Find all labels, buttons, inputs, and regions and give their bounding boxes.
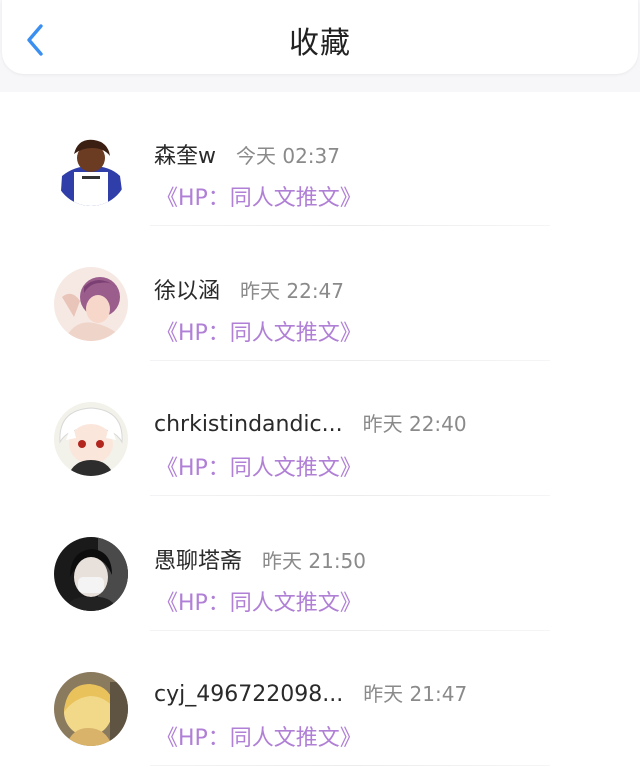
timestamp: 昨天 21:50 bbox=[262, 549, 367, 573]
divider bbox=[150, 630, 550, 631]
page-title: 收藏 bbox=[289, 26, 351, 61]
timestamp: 昨天 22:47 bbox=[240, 279, 345, 303]
avatar[interactable] bbox=[54, 537, 128, 611]
user-name[interactable]: 徐以涵 bbox=[154, 273, 220, 305]
avatar-icon bbox=[54, 132, 128, 206]
divider bbox=[150, 225, 550, 226]
avatar-icon bbox=[54, 537, 128, 611]
top-bar: 收藏 bbox=[2, 0, 638, 74]
avatar[interactable] bbox=[54, 402, 128, 476]
list-item[interactable]: cyj_496722098... 昨天 21:47 《HP：同人文推文》 bbox=[0, 632, 640, 767]
list-item[interactable]: chrkistindandic... 昨天 22:40 《HP：同人文推文》 bbox=[0, 362, 640, 497]
book-link[interactable]: 《HP：同人文推文》 bbox=[156, 180, 362, 212]
divider bbox=[150, 765, 550, 766]
book-link[interactable]: 《HP：同人文推文》 bbox=[156, 315, 362, 347]
user-name[interactable]: 愚聊塔斋 bbox=[154, 543, 242, 575]
user-name[interactable]: 森奎w bbox=[154, 138, 216, 170]
timestamp: 今天 02:37 bbox=[236, 144, 340, 168]
book-link[interactable]: 《HP：同人文推文》 bbox=[156, 585, 362, 617]
user-name[interactable]: chrkistindandic... bbox=[154, 412, 343, 437]
user-name[interactable]: cyj_496722098... bbox=[154, 682, 343, 707]
timestamp: 昨天 22:40 bbox=[362, 412, 467, 436]
list-item[interactable]: 徐以涵 昨天 22:47 《HP：同人文推文》 bbox=[0, 227, 640, 362]
divider bbox=[150, 495, 550, 496]
avatar[interactable] bbox=[54, 672, 128, 746]
book-link[interactable]: 《HP：同人文推文》 bbox=[156, 720, 362, 752]
avatar-icon bbox=[54, 402, 128, 476]
favorites-list: 森奎w 今天 02:37 《HP：同人文推文》 徐以涵 昨天 22:47 《HP… bbox=[0, 92, 640, 772]
list-item[interactable]: 愚聊塔斋 昨天 21:50 《HP：同人文推文》 bbox=[0, 497, 640, 632]
avatar[interactable] bbox=[54, 132, 128, 206]
book-link[interactable]: 《HP：同人文推文》 bbox=[156, 450, 362, 482]
avatar[interactable] bbox=[54, 267, 128, 341]
avatar-icon bbox=[54, 267, 128, 341]
divider bbox=[150, 360, 550, 361]
list-item[interactable]: 森奎w 今天 02:37 《HP：同人文推文》 bbox=[0, 92, 640, 227]
avatar-icon bbox=[54, 672, 128, 746]
timestamp: 昨天 21:47 bbox=[363, 682, 468, 706]
